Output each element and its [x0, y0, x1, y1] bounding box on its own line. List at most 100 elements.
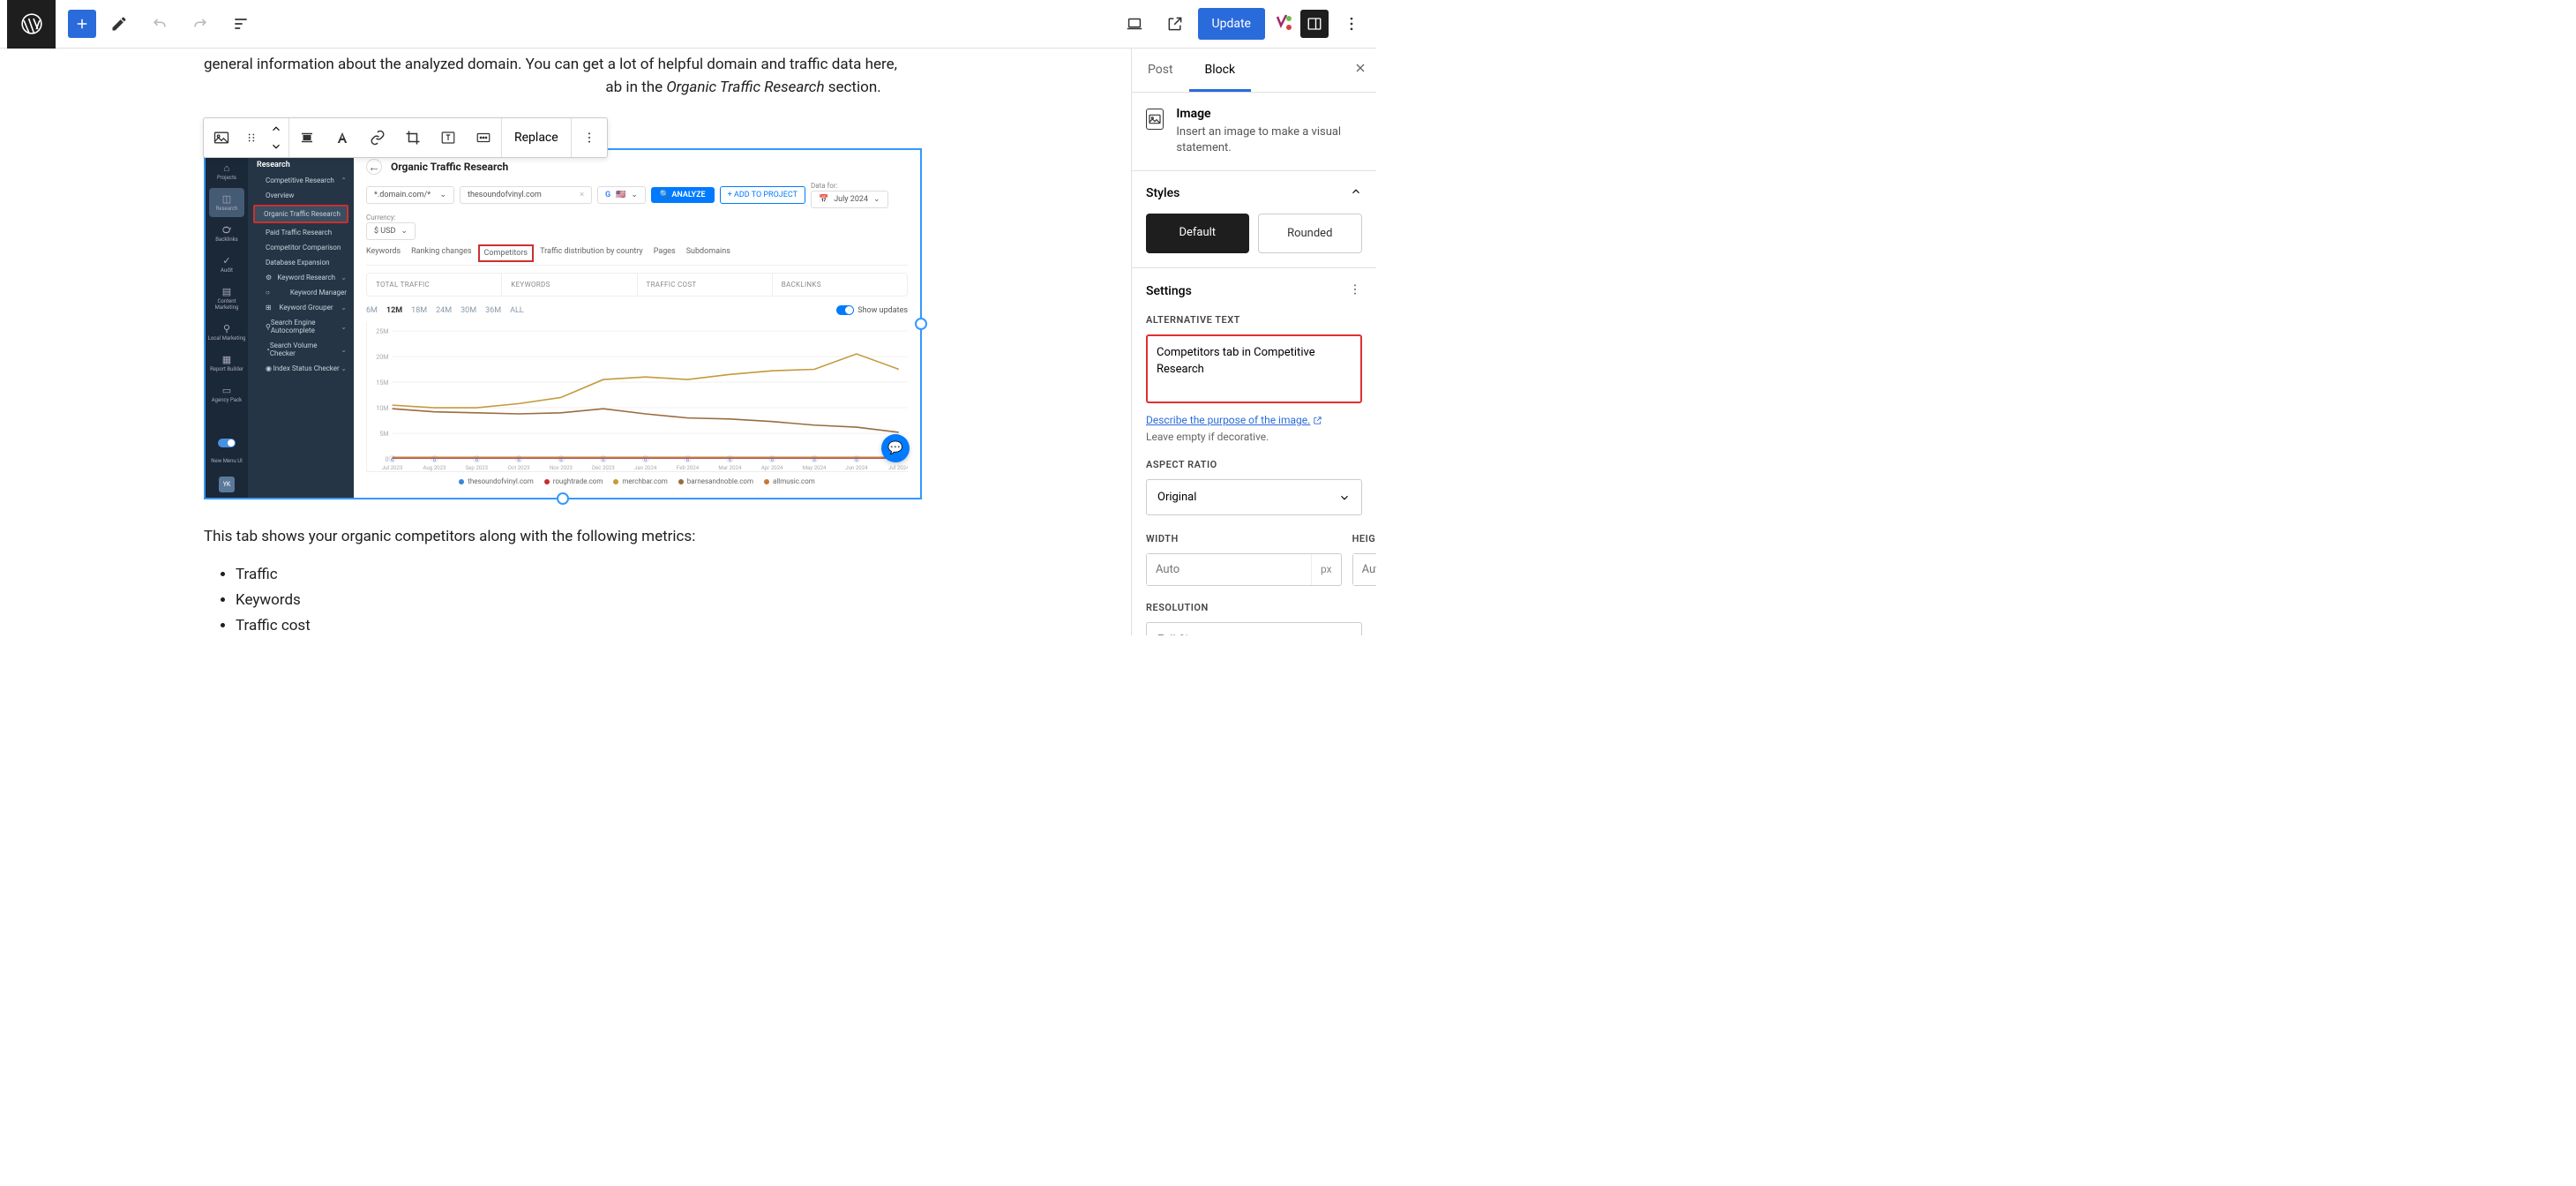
settings-panel-toggle[interactable] — [1300, 10, 1329, 38]
wordpress-logo[interactable] — [7, 0, 56, 49]
options-button[interactable] — [1334, 6, 1369, 41]
range-36m[interactable]: 36M — [485, 306, 501, 315]
range-18m[interactable]: 18M — [411, 306, 427, 315]
close-sidebar-button[interactable] — [1353, 61, 1367, 79]
subnav-organic-traffic[interactable]: Organic Traffic Research — [253, 205, 348, 223]
metric-keywords[interactable]: KEYWORDS — [502, 274, 637, 296]
subnav-paid-traffic[interactable]: Paid Traffic Research — [248, 225, 354, 240]
range-30m[interactable]: 30M — [461, 306, 476, 315]
preview-button[interactable] — [1157, 6, 1193, 41]
resolution-select[interactable]: Full Size — [1146, 622, 1362, 635]
update-button[interactable]: Update — [1198, 8, 1265, 40]
tab-block[interactable]: Block — [1189, 49, 1252, 92]
tab-competitors[interactable]: Competitors — [478, 244, 535, 262]
caption-button[interactable] — [325, 118, 360, 157]
nav-report[interactable]: ▦Report Builder — [206, 349, 248, 378]
width-input[interactable] — [1147, 554, 1311, 585]
close-icon[interactable]: × — [580, 191, 584, 199]
add-to-project-button[interactable]: + ADD TO PROJECT — [720, 186, 805, 204]
tab-keywords[interactable]: Keywords — [366, 247, 401, 259]
tab-ranking[interactable]: Ranking changes — [411, 247, 471, 259]
range-24m[interactable]: 24M — [436, 306, 452, 315]
drag-handle[interactable] — [239, 118, 264, 157]
metric-cost[interactable]: TRAFFIC COST — [638, 274, 773, 296]
document-overview-button[interactable] — [223, 6, 258, 41]
nav-research[interactable]: ◫Research — [209, 188, 244, 217]
metrics-list[interactable]: Traffic Keywords Traffic cost Backlinks — [204, 563, 927, 636]
range-12m[interactable]: 12M — [386, 306, 402, 315]
range-6m[interactable]: 6M — [366, 306, 378, 315]
subnav-autocomplete[interactable]: ⚲ Search Engine Autocomplete⌄ — [248, 315, 354, 338]
user-avatar[interactable]: YK — [219, 477, 235, 492]
image-block-selected[interactable]: ⌂Projects ◫Research ℺Backlinks ✓Audit ▤C… — [204, 148, 922, 499]
subnav-keyword-grouper[interactable]: ⊞ Keyword Grouper⌄ — [248, 300, 354, 315]
nav-agency[interactable]: ▭Agency Pack — [206, 379, 248, 409]
redo-button[interactable] — [183, 6, 218, 41]
tab-pages[interactable]: Pages — [654, 247, 676, 259]
link-button[interactable] — [360, 118, 395, 157]
metric-traffic[interactable]: TOTAL TRAFFIC — [367, 274, 502, 296]
nav-projects[interactable]: ⌂Projects — [206, 157, 248, 186]
locale-select[interactable]: G🇺🇸⌄ — [597, 186, 646, 204]
subnav-competitive-research[interactable]: Competitive Research⌃ — [248, 173, 354, 188]
move-down-button[interactable] — [270, 138, 282, 155]
metric-backlinks[interactable]: BACKLINKS — [773, 274, 907, 296]
target-domain-input[interactable]: thesoundofvinyl.com× — [460, 186, 592, 204]
chat-widget[interactable]: 💬 — [881, 434, 910, 462]
date-select[interactable]: 📅July 2024⌄ — [811, 191, 888, 208]
width-unit[interactable]: px — [1311, 554, 1341, 585]
aspect-ratio-select[interactable]: Original — [1146, 479, 1362, 515]
tab-post[interactable]: Post — [1132, 49, 1189, 92]
height-input[interactable] — [1353, 554, 1376, 585]
block-type-button[interactable] — [204, 118, 239, 157]
subnav-overview[interactable]: Overview — [248, 188, 354, 203]
analyze-button[interactable]: 🔍 ANALYZE — [651, 187, 715, 203]
replace-button[interactable]: Replace — [502, 131, 571, 145]
duotone-button[interactable] — [466, 118, 501, 157]
paragraph[interactable]: general information about the analyzed d… — [204, 54, 927, 99]
range-all[interactable]: ALL — [510, 306, 524, 315]
resize-handle-bottom[interactable] — [557, 492, 569, 505]
block-options-button[interactable] — [572, 118, 607, 157]
legend-item[interactable]: barnesandnoble.com — [678, 477, 753, 485]
subnav-keyword-research[interactable]: ⚙ Keyword Research⌄ — [248, 270, 354, 285]
subnav-volume-checker[interactable]: ◔ Search Volume Checker⌄ — [248, 338, 354, 361]
settings-options-button[interactable] — [1348, 282, 1362, 300]
tools-button[interactable] — [101, 6, 137, 41]
yoast-indicator[interactable] — [1270, 11, 1295, 36]
add-block-button[interactable] — [68, 10, 96, 38]
nav-local[interactable]: ⚲Local Marketing — [206, 318, 248, 347]
resize-handle-right[interactable] — [915, 318, 927, 330]
collapse-styles[interactable] — [1350, 185, 1362, 201]
currency-select[interactable]: $ USD⌄ — [366, 222, 416, 240]
legend-item[interactable]: allmusic.com — [764, 477, 815, 485]
show-updates-toggle[interactable]: Show updates — [836, 305, 908, 315]
text-overlay-button[interactable] — [431, 118, 466, 157]
subnav-index-status[interactable]: ◉ Index Status Checker⌄ — [248, 361, 354, 376]
legend-item[interactable]: thesoundofvinyl.com — [459, 477, 533, 485]
subnav-db-expansion[interactable]: Database Expansion — [248, 255, 354, 270]
move-up-button[interactable] — [270, 120, 282, 138]
tab-traffic-dist[interactable]: Traffic distribution by country — [540, 247, 643, 259]
editor-canvas[interactable]: general information about the analyzed d… — [0, 49, 1131, 635]
subnav-keyword-manager[interactable]: ○ Keyword Manager — [248, 285, 354, 300]
nav-content[interactable]: ▤Content Marketing — [206, 281, 248, 316]
subnav-competitor-comp[interactable]: Competitor Comparison — [248, 240, 354, 255]
style-rounded-button[interactable]: Rounded — [1258, 214, 1363, 253]
style-default-button[interactable]: Default — [1146, 214, 1249, 253]
crop-button[interactable] — [395, 118, 431, 157]
domain-pattern-input[interactable]: *.domain.com/*⌄ — [366, 186, 454, 204]
alt-text-input[interactable] — [1146, 334, 1362, 403]
undo-button[interactable] — [142, 6, 177, 41]
nav-backlinks[interactable]: ℺Backlinks — [206, 219, 248, 248]
view-button[interactable] — [1117, 6, 1152, 41]
back-button[interactable]: ← — [366, 159, 382, 175]
legend-item[interactable]: merchbar.com — [613, 477, 667, 485]
legend-item[interactable]: roughtrade.com — [544, 477, 603, 485]
menu-ui-toggle[interactable] — [214, 435, 239, 451]
tab-subdomains[interactable]: Subdomains — [686, 247, 730, 259]
align-button[interactable] — [289, 118, 325, 157]
paragraph-2[interactable]: This tab shows your organic competitors … — [204, 526, 927, 549]
nav-audit[interactable]: ✓Audit — [206, 250, 248, 279]
describe-image-link[interactable]: Describe the purpose of the image. — [1146, 414, 1322, 426]
